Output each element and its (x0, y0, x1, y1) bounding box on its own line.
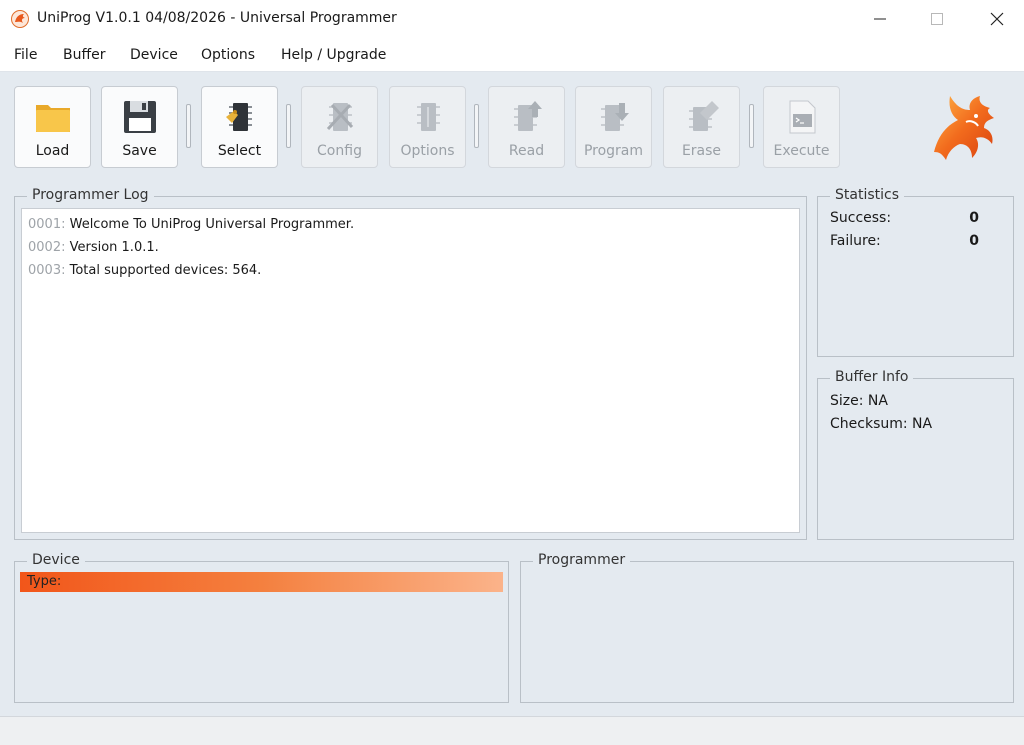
chip-select-icon (225, 103, 252, 131)
status-bar (0, 716, 1024, 745)
chip-program-icon (600, 103, 629, 131)
buffer-info-title: Buffer Info (830, 369, 914, 385)
menu-help-upgrade[interactable]: Help / Upgrade (281, 47, 386, 63)
options-button[interactable]: Options (389, 86, 466, 168)
folder-icon (35, 105, 70, 132)
buffer-info-group: Buffer Info Size: NA Checksum: NA (817, 369, 1014, 540)
menu-bar: File Buffer Device Options Help / Upgrad… (0, 38, 1024, 72)
close-button[interactable] (967, 0, 1024, 38)
terminal-icon (789, 100, 815, 134)
failure-label: Failure: (830, 233, 881, 249)
toolbar-separator (186, 104, 191, 148)
maximize-icon (931, 13, 943, 25)
chip-erase-icon (688, 101, 719, 131)
save-button[interactable]: Save (101, 86, 178, 168)
load-button[interactable]: Load (14, 86, 91, 168)
programmer-group: Programmer (520, 552, 1014, 703)
read-button[interactable]: Read (488, 86, 565, 168)
program-button[interactable]: Program (575, 86, 652, 168)
chip-tools-icon (326, 103, 353, 131)
select-label: Select (217, 143, 262, 159)
toolbar-separator (286, 104, 291, 148)
log-line: 0003: Total supported devices: 564. (28, 263, 261, 278)
options-label: Options (400, 143, 455, 159)
dragon-logo-icon (934, 96, 994, 160)
success-label: Success: (830, 210, 892, 226)
log-line-number: 0002: (28, 240, 66, 255)
log-line: 0002: Version 1.0.1. (28, 240, 159, 255)
close-icon (990, 12, 1004, 26)
erase-label: Erase (681, 143, 722, 159)
log-line-text: Total supported devices: 564. (65, 263, 262, 278)
config-button[interactable]: Config (301, 86, 378, 168)
log-line-number: 0003: (28, 263, 66, 278)
minimize-button[interactable] (850, 0, 910, 38)
device-type-bar: Type: (20, 572, 503, 592)
buffer-size: Size: NA (830, 393, 888, 409)
success-count: 0 (969, 210, 979, 226)
read-label: Read (508, 143, 545, 159)
execute-button[interactable]: Execute (763, 86, 840, 168)
floppy-disk-icon (123, 101, 156, 133)
load-label: Load (35, 143, 70, 159)
maximize-button[interactable] (907, 0, 967, 38)
chip-read-icon (513, 101, 542, 131)
chip-options-icon (416, 103, 440, 131)
program-label: Program (583, 143, 644, 159)
erase-button[interactable]: Erase (663, 86, 740, 168)
log-line-text: Version 1.0.1. (65, 240, 159, 255)
select-button[interactable]: Select (201, 86, 278, 168)
menu-buffer[interactable]: Buffer (63, 47, 106, 63)
execute-label: Execute (773, 143, 830, 159)
menu-file[interactable]: File (14, 47, 37, 63)
programmer-log-group: Programmer Log 0001: Welcome To UniProg … (14, 187, 807, 540)
config-label: Config (317, 143, 362, 159)
buffer-checksum: Checksum: NA (830, 416, 933, 432)
device-group: Device Type: (14, 552, 509, 703)
device-title: Device (27, 552, 85, 568)
minimize-icon (874, 18, 886, 20)
programmer-log-area[interactable]: 0001: Welcome To UniProg Universal Progr… (21, 208, 800, 533)
toolbar-separator (474, 104, 479, 148)
statistics-title: Statistics (830, 187, 904, 203)
save-label: Save (122, 143, 157, 159)
programmer-title: Programmer (533, 552, 631, 568)
menu-device[interactable]: Device (130, 47, 178, 63)
programmer-log-title: Programmer Log (27, 187, 154, 203)
log-line-text: Welcome To UniProg Universal Programmer. (65, 217, 355, 232)
failure-count: 0 (969, 233, 979, 249)
dragon-icon (11, 10, 29, 28)
window-title: UniProg V1.0.1 04/08/2026 - Universal Pr… (37, 10, 397, 26)
statistics-group: Statistics Success: 0 Failure: 0 (817, 187, 1014, 357)
menu-options[interactable]: Options (201, 47, 255, 63)
title-bar: UniProg V1.0.1 04/08/2026 - Universal Pr… (0, 0, 1024, 38)
toolbar-separator (749, 104, 754, 148)
log-line: 0001: Welcome To UniProg Universal Progr… (28, 217, 354, 232)
device-type-label: Type: (27, 574, 62, 589)
log-line-number: 0001: (28, 217, 66, 232)
toolbar: Load Save Select Config Options Read Pro… (0, 72, 1024, 182)
